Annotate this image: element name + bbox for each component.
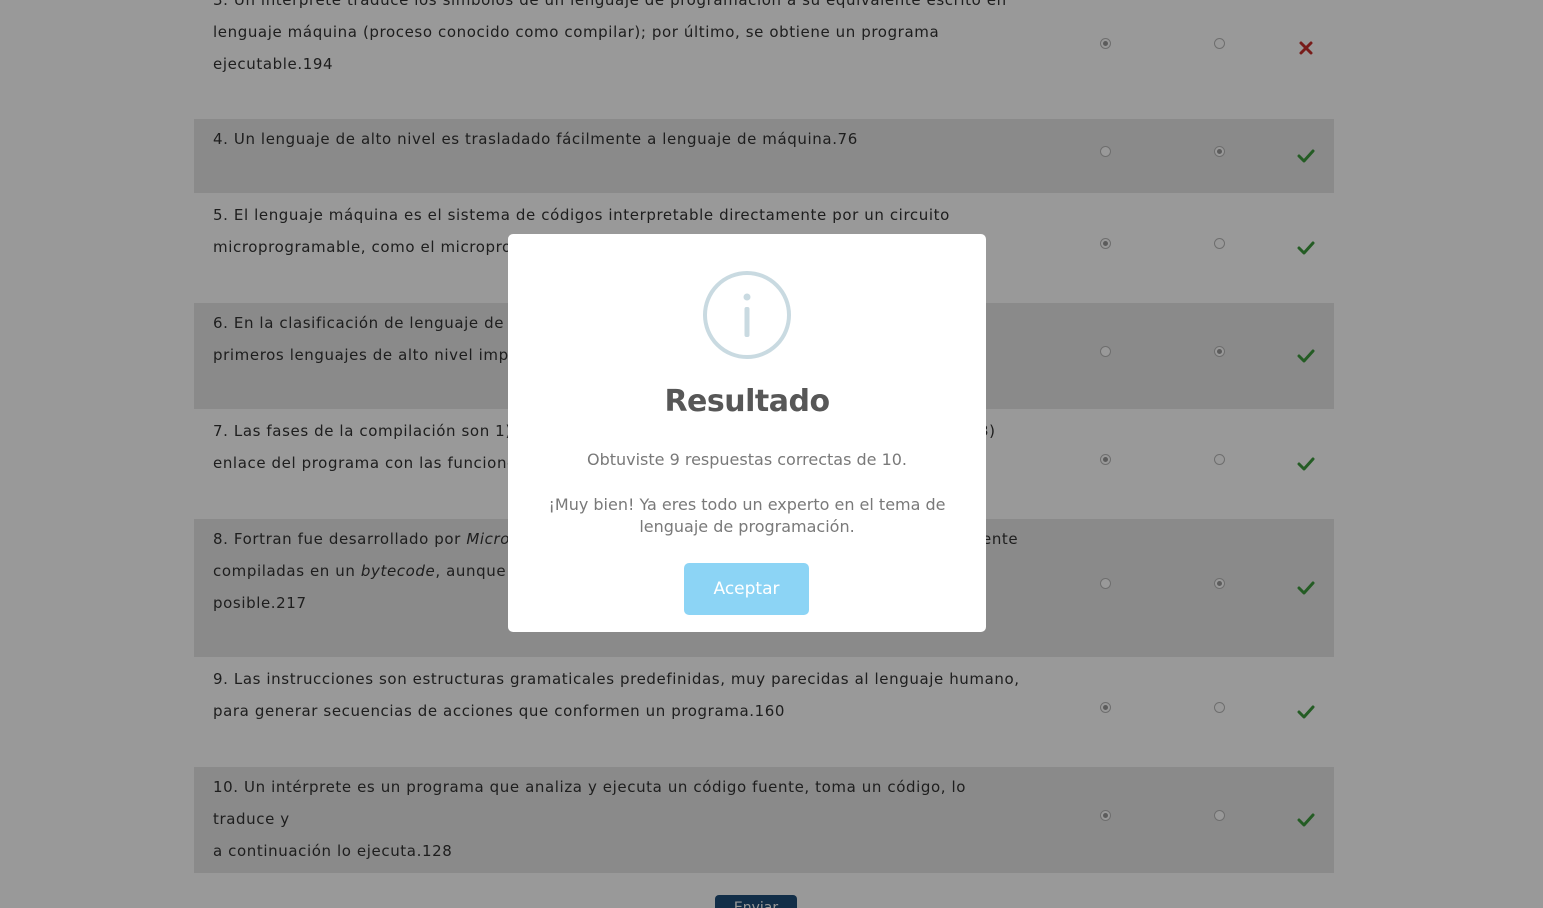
info-icon [703, 271, 791, 359]
accept-button[interactable]: Aceptar [684, 563, 809, 615]
quiz-page: 3. Un intérprete traduce los símbolos de… [0, 0, 1543, 908]
result-modal: Resultado Obtuviste 9 respuestas correct… [508, 234, 986, 632]
modal-score-text: Obtuviste 9 respuestas correctas de 10. [586, 450, 908, 469]
modal-title: Resultado [664, 384, 830, 419]
modal-message: ¡Muy bien! Ya eres todo un experto en el… [548, 495, 946, 536]
